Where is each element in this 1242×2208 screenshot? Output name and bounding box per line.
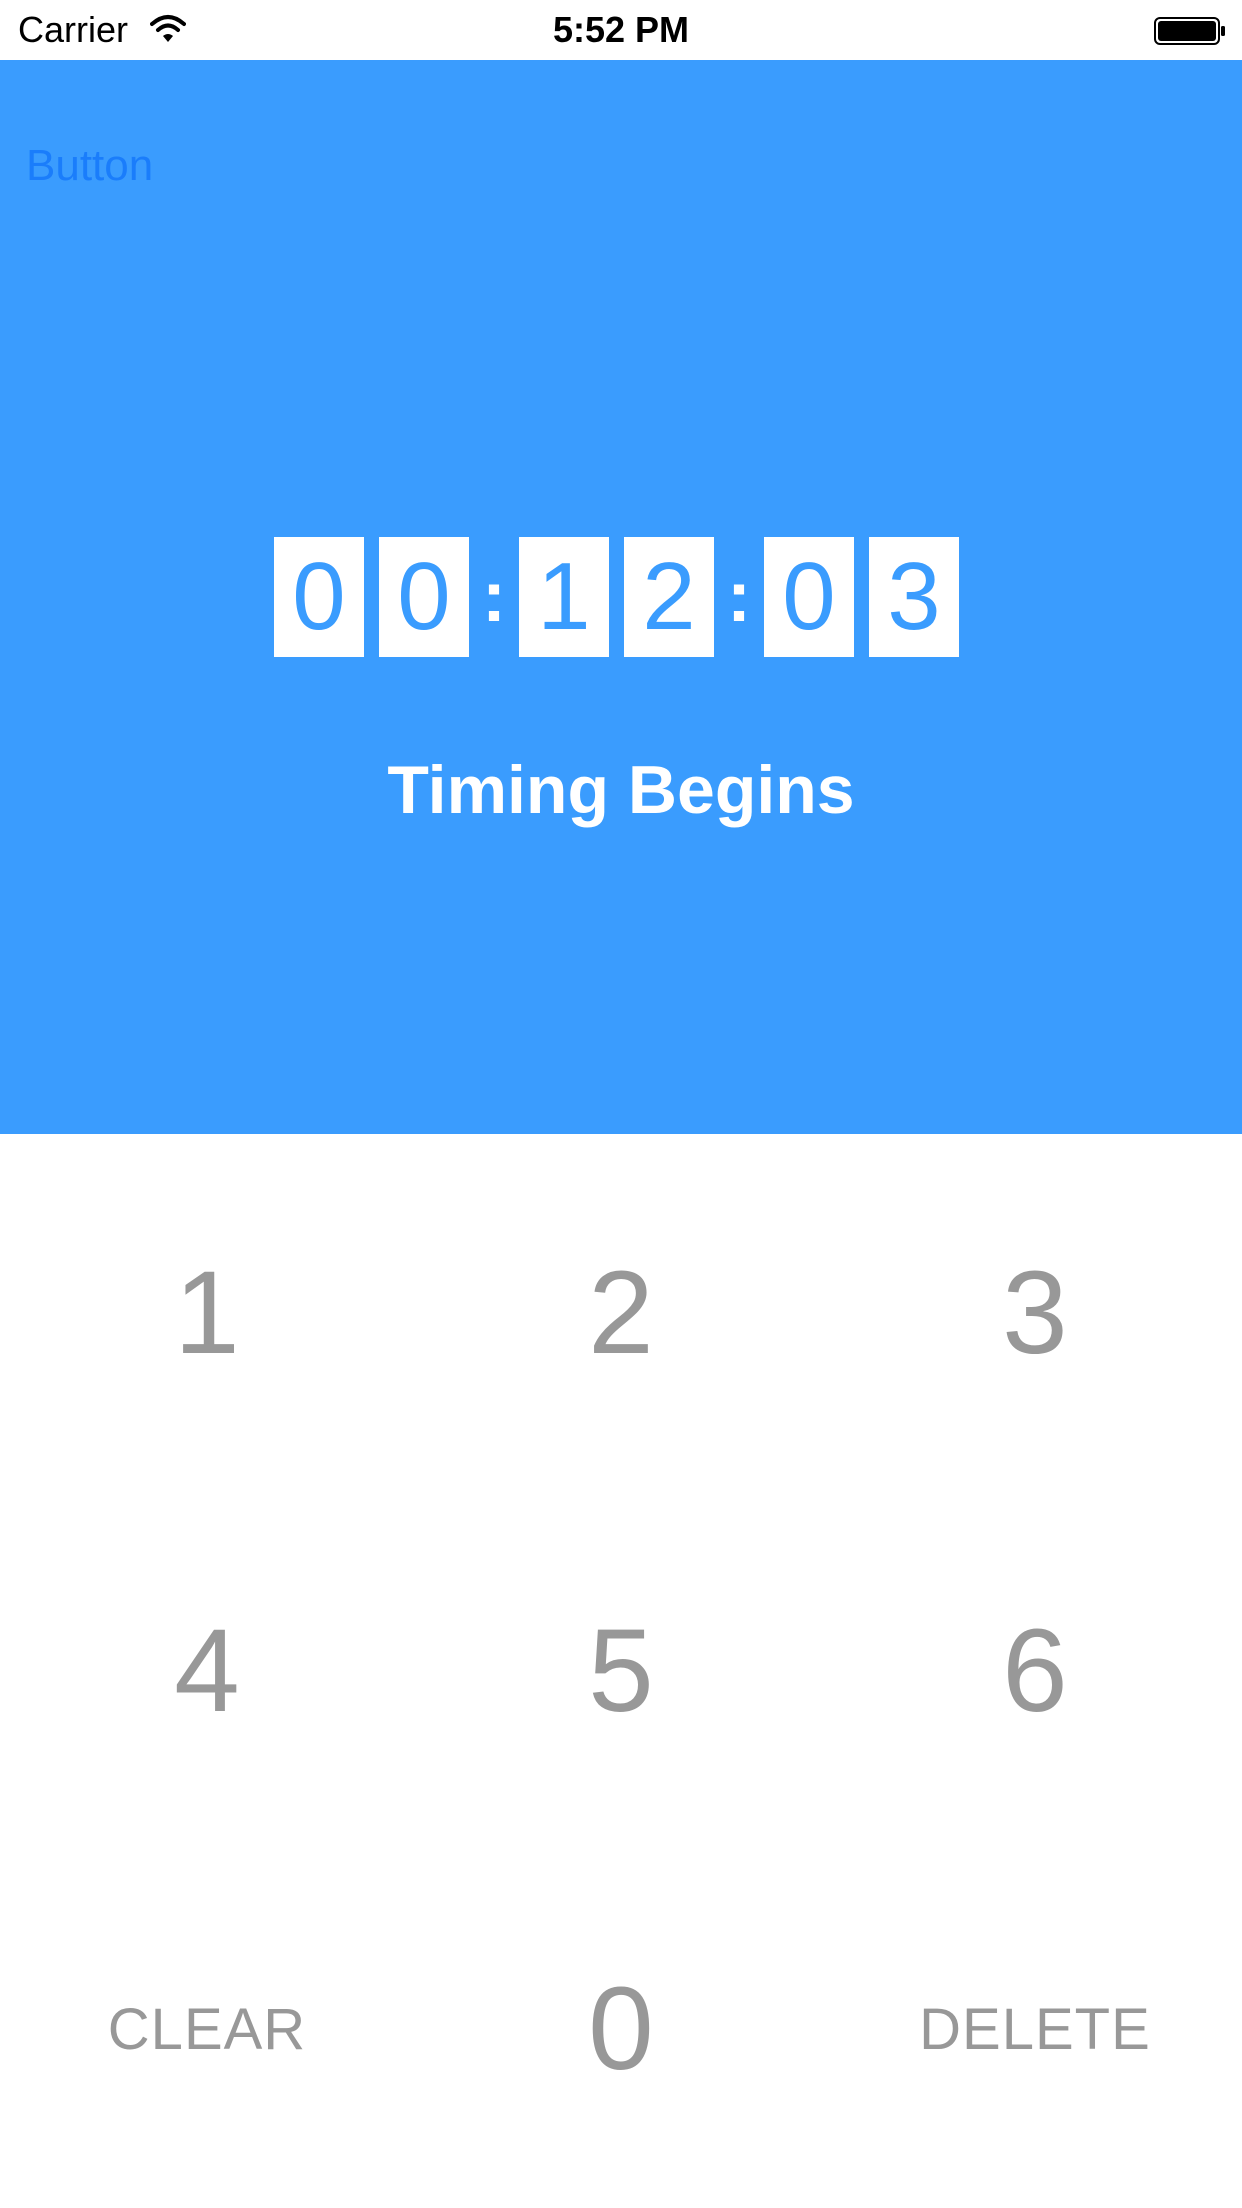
key-3[interactable]: 3: [828, 1134, 1242, 1492]
timer-separator: :: [482, 557, 506, 637]
key-0[interactable]: 0: [414, 1850, 828, 2208]
battery-icon: [1154, 17, 1225, 45]
clear-button[interactable]: CLEAR: [0, 1850, 414, 2208]
hours-tens-digit: 0: [274, 537, 364, 657]
minutes-ones-digit: 2: [624, 537, 714, 657]
key-5[interactable]: 5: [414, 1492, 828, 1850]
seconds-tens-digit: 0: [764, 537, 854, 657]
timer-header: Button 0 0 : 1 2 : 0 3 Timing Begins: [0, 60, 1242, 1134]
status-bar: Carrier 5:52 PM: [0, 0, 1242, 60]
hours-ones-digit: 0: [379, 537, 469, 657]
timer-status-label: Timing Begins: [387, 752, 855, 828]
seconds-ones-digit: 3: [869, 537, 959, 657]
app-screen: Carrier 5:52 PM Button 0 0 : 1 2 : 0 3 T…: [0, 0, 1242, 2208]
key-2[interactable]: 2: [414, 1134, 828, 1492]
key-4[interactable]: 4: [0, 1492, 414, 1850]
key-1[interactable]: 1: [0, 1134, 414, 1492]
delete-button[interactable]: DELETE: [828, 1850, 1242, 2208]
timer-display: 0 0 : 1 2 : 0 3: [274, 537, 959, 657]
top-button[interactable]: Button: [26, 140, 153, 192]
number-keypad: 1 2 3 4 5 6 CLEAR 0 DELETE: [0, 1134, 1242, 2208]
status-time: 5:52 PM: [552, 9, 690, 50]
minutes-tens-digit: 1: [519, 537, 609, 657]
key-6[interactable]: 6: [828, 1492, 1242, 1850]
timer-separator: :: [727, 557, 751, 637]
